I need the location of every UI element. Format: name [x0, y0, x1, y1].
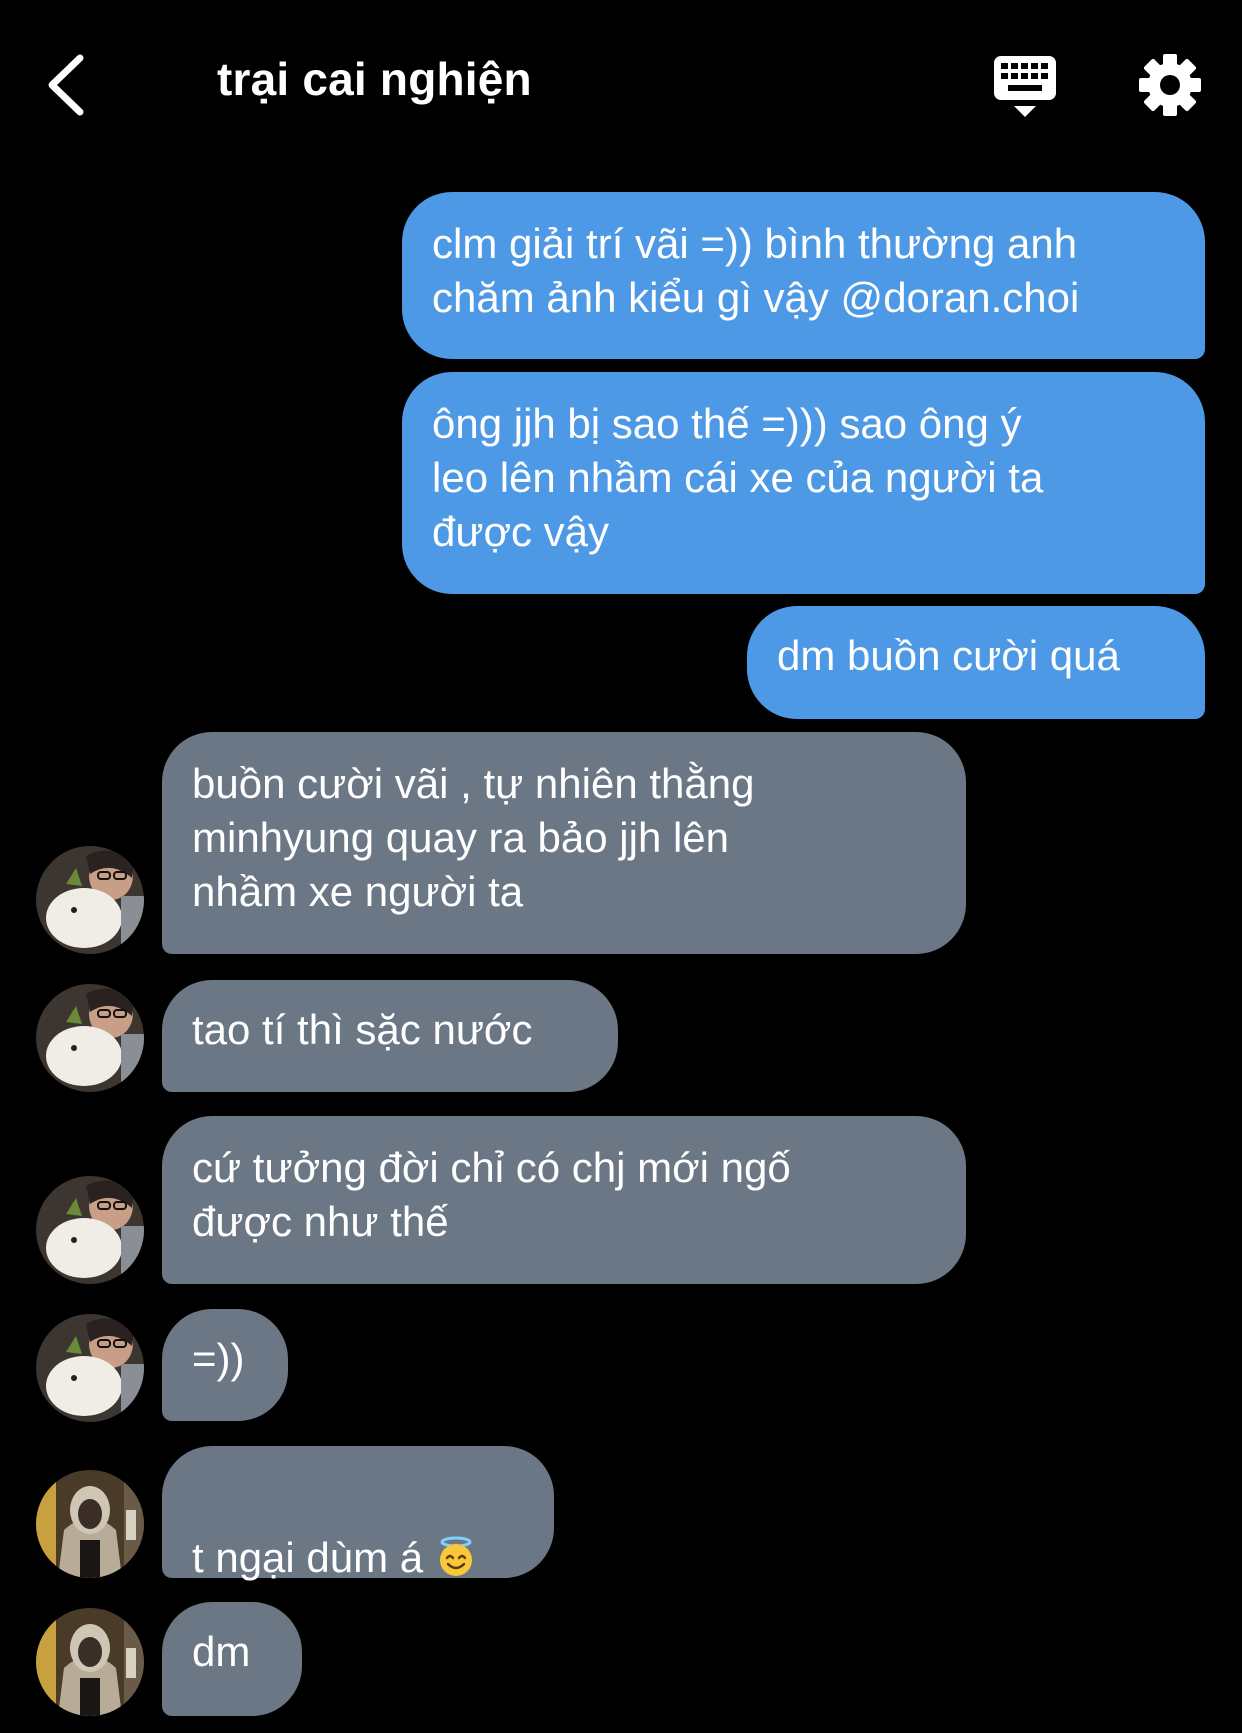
message-bubble-incoming[interactable]: buồn cười vãi , tự nhiên thằng minhyung …: [162, 732, 966, 954]
settings-button[interactable]: [1138, 53, 1202, 117]
avatar[interactable]: [36, 1470, 144, 1578]
avatar-photo-icon: [36, 1176, 144, 1284]
gear-icon: [1139, 54, 1201, 116]
message-bubble-incoming[interactable]: t ngại dùm á: [162, 1446, 554, 1581]
message-bubble-outgoing[interactable]: dm buồn cười quá: [747, 606, 1205, 719]
keyboard-button[interactable]: [992, 54, 1058, 120]
avatar[interactable]: [36, 846, 144, 954]
chat-title: trại cai nghiện: [217, 53, 532, 105]
smiling-face-with-halo-icon: [440, 1536, 473, 1576]
avatar-photo-icon: [36, 1470, 144, 1578]
message-bubble-incoming[interactable]: tao tí thì sặc nước: [162, 980, 618, 1092]
message-bubble-incoming[interactable]: dm: [162, 1602, 302, 1716]
avatar-photo-icon: [36, 1314, 144, 1422]
message-bubble-outgoing[interactable]: ông jjh bị sao thế =))) sao ông ý leo lê…: [402, 372, 1205, 594]
avatar[interactable]: [36, 1314, 144, 1422]
message-bubble-incoming[interactable]: cứ tưởng đời chỉ có chj mới ngố được như…: [162, 1116, 966, 1284]
avatar-photo-icon: [36, 1608, 144, 1716]
message-bubble-outgoing[interactable]: clm giải trí vãi =)) bình thường anh chă…: [402, 192, 1205, 359]
chevron-left-icon: [48, 54, 84, 116]
keyboard-icon: [994, 56, 1056, 117]
message-text: t ngại dùm á: [192, 1534, 424, 1581]
chat-header: trại cai nghiện: [0, 0, 1242, 170]
avatar[interactable]: [36, 984, 144, 1092]
avatar-photo-icon: [36, 984, 144, 1092]
avatar[interactable]: [36, 1608, 144, 1716]
message-bubble-incoming[interactable]: =)): [162, 1309, 288, 1421]
avatar[interactable]: [36, 1176, 144, 1284]
avatar-photo-icon: [36, 846, 144, 954]
back-button[interactable]: [38, 50, 98, 120]
